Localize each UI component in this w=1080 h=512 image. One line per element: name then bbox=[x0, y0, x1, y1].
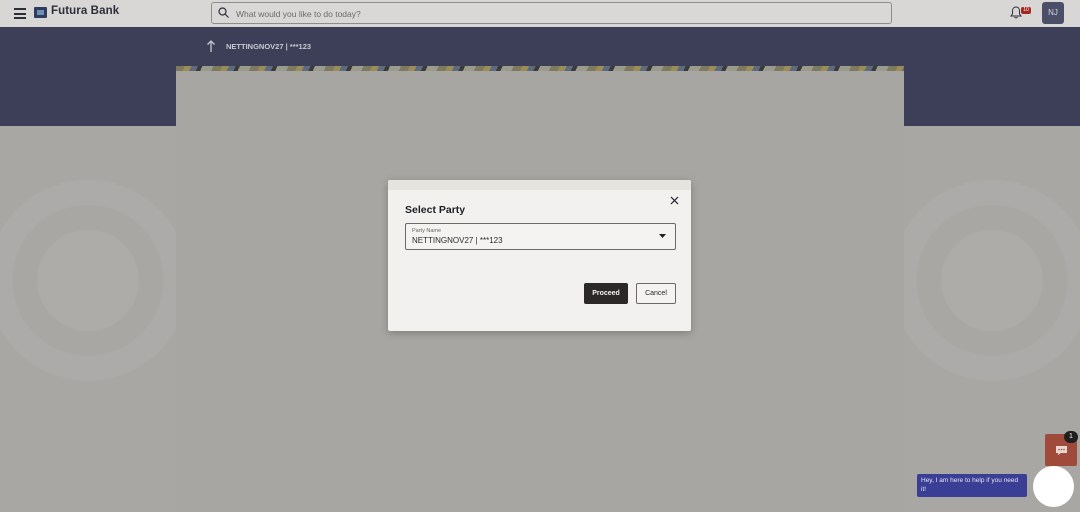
search-box[interactable] bbox=[211, 2, 892, 25]
dialog-title: Select Party bbox=[405, 204, 466, 216]
user-avatar[interactable]: NJ bbox=[1042, 2, 1064, 24]
party-name-value: NETTINGNOV27 | ***123 bbox=[412, 236, 503, 245]
brand-name: Futura Bank bbox=[51, 5, 120, 17]
search-input[interactable] bbox=[234, 3, 878, 25]
chat-message-bubble[interactable]: Hey, I am here to help if you need it! bbox=[917, 474, 1027, 497]
chevron-down-icon bbox=[659, 234, 666, 238]
dialog-header-strip bbox=[388, 180, 691, 190]
notification-badge: 10 bbox=[1021, 7, 1031, 14]
party-name-label: Party Name bbox=[412, 228, 442, 234]
chatbot-avatar[interactable] bbox=[1033, 466, 1074, 507]
card-banner-image bbox=[176, 66, 904, 71]
cancel-button[interactable]: Cancel bbox=[636, 283, 676, 304]
close-icon[interactable] bbox=[670, 196, 679, 205]
menu-icon[interactable] bbox=[14, 8, 26, 19]
search-icon bbox=[218, 7, 229, 18]
chat-badge: 1 bbox=[1064, 431, 1078, 443]
background-pattern-left bbox=[0, 126, 176, 512]
account-label: NETTINGNOV27 | ***123 bbox=[226, 42, 312, 51]
party-name-select[interactable]: Party Name NETTINGNOV27 | ***123 bbox=[405, 223, 676, 250]
chat-icon bbox=[1056, 446, 1067, 455]
proceed-button[interactable]: Proceed bbox=[584, 283, 628, 304]
arrow-up-icon[interactable] bbox=[206, 40, 216, 52]
bank-logo-icon bbox=[34, 7, 47, 18]
top-header: Futura Bank 10 NJ bbox=[0, 0, 1080, 28]
select-party-dialog: Select Party Party Name NETTINGNOV27 | *… bbox=[388, 180, 691, 331]
